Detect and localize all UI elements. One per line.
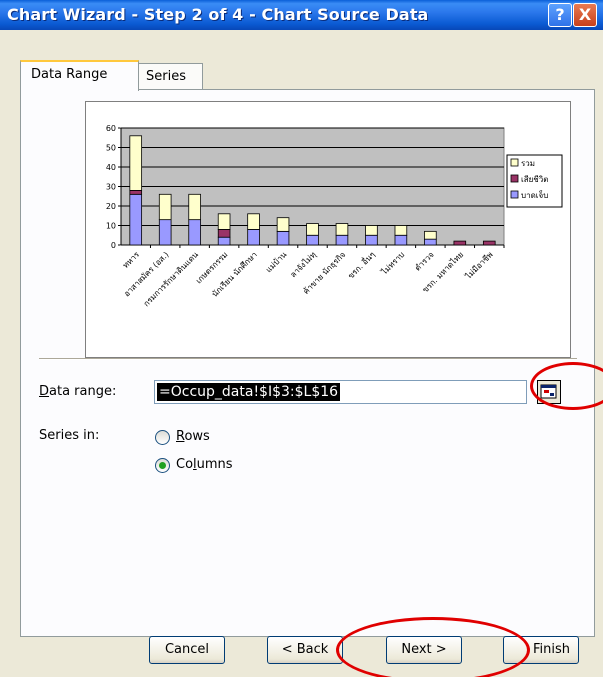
finish-button[interactable]: Finish — [503, 636, 579, 664]
x-tick-label: ไม่มีอาชีพ — [463, 250, 495, 282]
collapse-range-icon — [540, 384, 557, 399]
y-tick-label: 50 — [106, 144, 116, 153]
bar-segment — [365, 225, 378, 236]
x-tick-label: ขรก. อื่นๆ — [345, 249, 377, 281]
rows-radio[interactable] — [155, 430, 170, 445]
legend-swatch — [510, 158, 519, 167]
bar-segment — [394, 234, 408, 246]
window-title: Chart Wizard - Step 2 of 4 - Chart Sourc… — [7, 5, 429, 24]
bar-segment — [482, 240, 496, 246]
data-range-label: Data range: — [39, 384, 116, 399]
y-tick-label: 10 — [106, 222, 116, 231]
back-button[interactable]: < Back — [267, 636, 343, 664]
bar-segment — [424, 238, 437, 246]
rows-label-text: ows — [184, 429, 210, 444]
x-tick-label: แม่บ้าน — [264, 250, 289, 275]
chart-preview: 60 50 40 30 20 10 0 ทหาร อาสาสมัคร (อส.) กรมการร… — [85, 101, 571, 358]
bar-segment — [188, 193, 201, 221]
legend-label: รวม — [521, 159, 535, 168]
y-tick-label: 0 — [111, 241, 116, 250]
y-tick-label: 60 — [106, 124, 116, 133]
bar-segment — [247, 213, 260, 230]
bar-segment — [158, 219, 172, 246]
x-tick-label: ตำรวจ — [413, 250, 436, 273]
data-range-label-mnemonic: D — [39, 384, 50, 399]
y-tick-label: 40 — [106, 163, 116, 172]
x-tick-label: ลาจังไม่ทุ — [289, 250, 318, 279]
cancel-button[interactable]: Cancel — [149, 636, 225, 664]
bar-segment — [158, 193, 172, 221]
columns-label[interactable]: Columns — [176, 457, 233, 472]
bar-segment — [306, 234, 319, 246]
x-tick-label: กรมการรักษาดินแดน — [142, 250, 201, 309]
y-tick-label: 30 — [106, 183, 116, 192]
legend-swatch — [510, 190, 519, 199]
title-bar[interactable]: Chart Wizard - Step 2 of 4 - Chart Sourc… — [0, 0, 603, 30]
bar-segment — [365, 234, 378, 246]
close-button[interactable]: X — [573, 3, 597, 27]
plot-area — [120, 127, 505, 246]
data-range-value: =Occup_data!$I$3:$L$16 — [157, 383, 341, 401]
legend-label: เสียชีวิต — [521, 175, 548, 184]
x-tick-label: ทหาร — [121, 250, 142, 271]
bar-segment — [335, 223, 349, 236]
columns-radio[interactable] — [155, 458, 170, 473]
chart-legend: รวมเสียชีวิตบาดเจ็บ — [506, 154, 563, 208]
data-range-input[interactable]: =Occup_data!$I$3:$L$16 — [154, 380, 527, 404]
rows-label[interactable]: Rows — [176, 429, 210, 444]
chart-wizard-dialog: Chart Wizard - Step 2 of 4 - Chart Sourc… — [0, 0, 603, 677]
legend-label: บาดเจ็บ — [521, 190, 548, 200]
bar-segment — [276, 230, 290, 246]
tab-series[interactable]: Series — [135, 63, 203, 89]
bar-segment — [129, 190, 143, 195]
next-button[interactable]: Next > — [386, 636, 462, 664]
bar-segment — [217, 229, 231, 238]
y-tick-label: 20 — [106, 202, 116, 211]
bar-segment — [247, 229, 260, 246]
tab-panel: 60 50 40 30 20 10 0 ทหาร อาสาสมัคร (อส.) กรมการร… — [20, 89, 595, 637]
y-axis: 60 50 40 30 20 10 0 — [106, 124, 121, 250]
separator-line — [39, 358, 577, 360]
collapse-dialog-button[interactable] — [537, 380, 561, 404]
x-tick-label: ไม่ทราบ — [379, 250, 406, 277]
tab-data-range[interactable]: Data Range — [20, 60, 139, 91]
series-in-label: Series in: — [39, 428, 100, 443]
chart-svg: 60 50 40 30 20 10 0 ทหารอาสาสมัคร (อส.)กรมการร… — [106, 124, 563, 309]
bar-segment — [217, 236, 231, 246]
bar-segment — [129, 193, 143, 246]
data-range-label-text: ata range: — [49, 384, 117, 399]
bar-segment — [217, 213, 231, 230]
bar-segment — [129, 135, 143, 191]
x-axis: ทหารอาสาสมัคร (อส.)กรมการรักษาดินแดนเกษต… — [121, 245, 505, 309]
bar-segment — [453, 240, 467, 246]
bar-segment — [394, 225, 408, 236]
columns-label-text: Columns — [176, 457, 233, 472]
bar-segment — [335, 234, 349, 246]
bar-segment — [306, 223, 319, 236]
bar-segment — [424, 230, 437, 240]
help-button[interactable]: ? — [548, 3, 572, 27]
bar-segment — [188, 219, 201, 246]
bar-segment — [276, 217, 290, 232]
legend-swatch — [510, 174, 519, 183]
